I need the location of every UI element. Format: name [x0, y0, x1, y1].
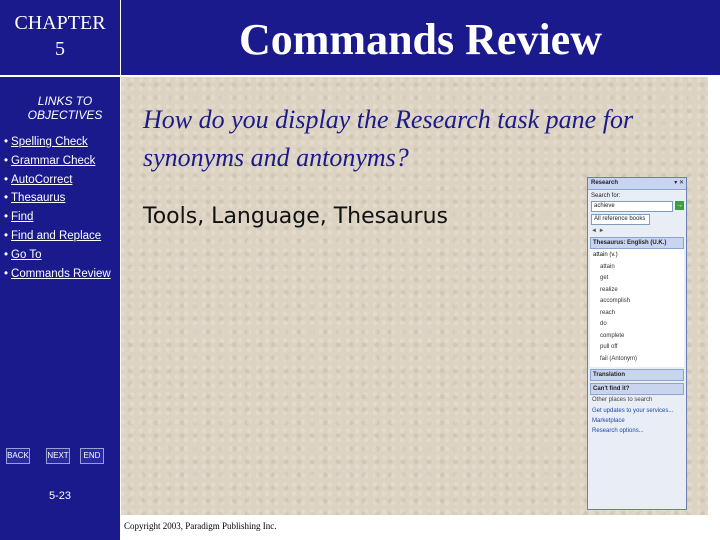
- bullet-icon: •: [4, 211, 9, 224]
- objectives-link-list: • Spelling Check • Grammar Check • AutoCorr…: [4, 133, 111, 283]
- bullet-icon: •: [4, 229, 9, 242]
- search-input: achieve →: [591, 201, 684, 212]
- next-button[interactable]: NEXT: [46, 448, 70, 464]
- link-item: • AutoCorrect: [4, 171, 111, 190]
- pane-title: Research: [591, 180, 619, 186]
- links-heading: LINKS TO OBJECTIVES: [0, 94, 130, 122]
- link-item: • Find: [4, 208, 111, 227]
- pane-close-icon: ▾ ✕: [674, 180, 684, 186]
- slide-number: 5-23: [48, 490, 72, 502]
- slide-navigation: BACK NEXT END: [6, 448, 116, 468]
- link-item: • Thesaurus: [4, 189, 111, 208]
- result-item: realize: [600, 286, 618, 293]
- search-for-label: Search for:: [591, 193, 621, 199]
- result-item: reach: [600, 309, 616, 316]
- result-item: pull off: [600, 344, 618, 350]
- link-item: • Find and Replace: [4, 227, 111, 246]
- link-thesaurus[interactable]: Thesaurus: [11, 192, 65, 204]
- result-item: fail (Antonym): [600, 355, 638, 362]
- bullet-icon: •: [4, 154, 9, 167]
- cant-find-section-header: Can't find it?: [590, 383, 684, 395]
- marketplace-link: Marketplace: [592, 418, 625, 424]
- reference-select: All reference books: [591, 214, 650, 225]
- links-heading-line1: LINKS TO: [37, 94, 93, 108]
- get-updates-link: Get updates to your services...: [592, 408, 674, 414]
- page-title: Commands Review: [239, 15, 602, 64]
- link-item: • Spelling Check: [4, 133, 111, 152]
- link-grammar-check[interactable]: Grammar Check: [11, 155, 95, 167]
- go-arrow-icon: →: [675, 201, 684, 210]
- answer-text: Tools, Language, Thesaurus: [143, 204, 448, 229]
- research-options-link: Research options...: [592, 428, 644, 434]
- question-text: How do you display the Research task pan…: [143, 105, 634, 172]
- translation-section-header: Translation: [590, 369, 684, 381]
- bullet-icon: •: [4, 267, 9, 280]
- link-item: • Go To: [4, 246, 111, 265]
- research-task-pane-screenshot: Research ▾ ✕ Search for: achieve → All r…: [587, 177, 687, 510]
- bullet-icon: •: [4, 248, 9, 261]
- chapter-number: 5: [55, 38, 65, 60]
- link-autocorrect[interactable]: AutoCorrect: [11, 174, 72, 186]
- thesaurus-results: attain (v.) attain get realize accomplis…: [590, 249, 684, 367]
- other-places-label: Other places to search: [592, 397, 653, 403]
- chapter-word: CHAPTER: [14, 12, 106, 34]
- result-group: attain (v.): [593, 252, 618, 258]
- result-item: complete: [600, 332, 625, 339]
- bullet-icon: •: [4, 136, 9, 148]
- back-forward-icons: ◄ ►: [591, 228, 605, 234]
- result-item: get: [600, 275, 609, 281]
- link-commands-review[interactable]: Commands Review: [11, 268, 111, 280]
- links-heading-line2: OBJECTIVES: [27, 108, 103, 122]
- bullet-icon: •: [4, 173, 9, 186]
- bullet-icon: •: [4, 192, 9, 205]
- link-item: • Commands Review: [4, 265, 111, 284]
- sidebar: CHAPTER 5 LINKS TO OBJECTIVES • Spelling …: [0, 0, 120, 540]
- result-item: attain: [600, 263, 615, 270]
- title-bar: Commands Review: [121, 0, 720, 76]
- thesaurus-section-header: Thesaurus: English (U.K.): [590, 237, 684, 249]
- link-spelling-check[interactable]: Spelling Check: [11, 136, 88, 148]
- search-input-value: achieve: [594, 203, 615, 209]
- link-find-and-replace[interactable]: Find and Replace: [11, 230, 101, 242]
- end-button[interactable]: END: [80, 448, 104, 464]
- slide-content: How do you display the Research task pan…: [121, 77, 708, 515]
- result-item: accomplish: [600, 298, 631, 304]
- pane-header: Research ▾ ✕: [588, 178, 686, 190]
- link-item: • Grammar Check: [4, 152, 111, 171]
- link-go-to[interactable]: Go To: [11, 249, 41, 261]
- chapter-label: CHAPTER 5: [0, 0, 120, 76]
- back-button[interactable]: BACK: [6, 448, 30, 464]
- link-find[interactable]: Find: [11, 211, 33, 223]
- copyright-notice: Copyright 2003, Paradigm Publishing Inc.: [124, 521, 277, 531]
- result-item: do: [600, 321, 607, 327]
